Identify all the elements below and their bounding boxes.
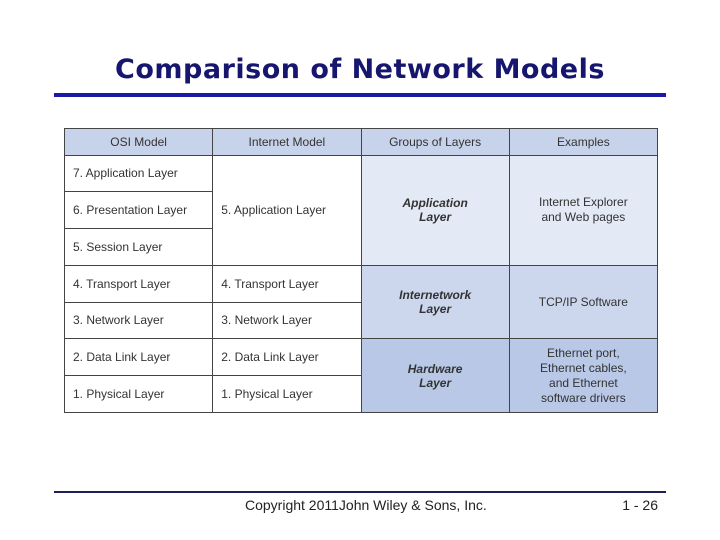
header-examples: Examples [508,128,659,156]
osi-cell: 5. Session Layer [63,228,214,266]
osi-cell: 4. Transport Layer [63,264,214,303]
page-number: 1 - 26 [622,497,658,513]
internet-cell: 4. Transport Layer [212,264,362,303]
group-cell-application: Application Layer [360,154,510,266]
example-line: software drivers [541,390,626,405]
group-line: Application [402,196,468,211]
table-row: 2. Data Link Layer 2. Data Link Layer Ha… [63,338,659,413]
comparison-table: OSI Model Internet Model Groups of Layer… [63,128,659,413]
example-cell-hardware: Ethernet port, Ethernet cables, and Ethe… [508,338,659,413]
table-row: 4. Transport Layer 4. Transport Layer In… [63,264,659,340]
group-cell-internetwork: Internetwork Layer [360,264,510,340]
table-header-row: OSI Model Internet Model Groups of Layer… [63,128,659,156]
internet-cell: 5. Application Layer [212,154,362,266]
header-groups-of-layers: Groups of Layers [360,128,510,156]
osi-cell: 6. Presentation Layer [63,191,214,230]
example-line: and Web pages [541,210,626,225]
example-line: Internet Explorer [539,195,628,210]
osi-cell: 2. Data Link Layer [63,338,214,377]
group-line: Layer [419,375,452,390]
osi-cell: 3. Network Layer [63,301,214,340]
example-line: and Ethernet [549,375,618,390]
footer-rule [54,491,666,493]
osi-cell: 1. Physical Layer [63,375,214,413]
group-cell-hardware: Hardware Layer [360,338,510,413]
header-osi-model: OSI Model [63,128,214,156]
copyright-text: Copyright 2011John Wiley & Sons, Inc. [245,497,487,513]
example-line: Ethernet cables, [540,360,627,375]
internet-cell: 1. Physical Layer [212,375,362,413]
example-line: TCP/IP Software [538,294,628,309]
group-line: Internetwork [399,288,472,303]
group-line: Layer [419,302,452,317]
example-cell-application: Internet Explorer and Web pages [508,154,659,266]
internet-cell: 3. Network Layer [212,301,362,340]
header-internet-model: Internet Model [212,128,362,156]
example-line: Ethernet port, [547,345,620,360]
group-line: Layer [419,210,452,225]
internet-cell: 2. Data Link Layer [212,338,362,377]
osi-cell: 7. Application Layer [63,154,214,193]
group-line: Hardware [407,361,463,376]
slide-title: Comparison of Network Models [115,54,605,85]
title-underline [54,93,666,97]
table-row: 7. Application Layer 5. Application Laye… [63,154,659,266]
example-cell-internetwork: TCP/IP Software [508,264,659,340]
